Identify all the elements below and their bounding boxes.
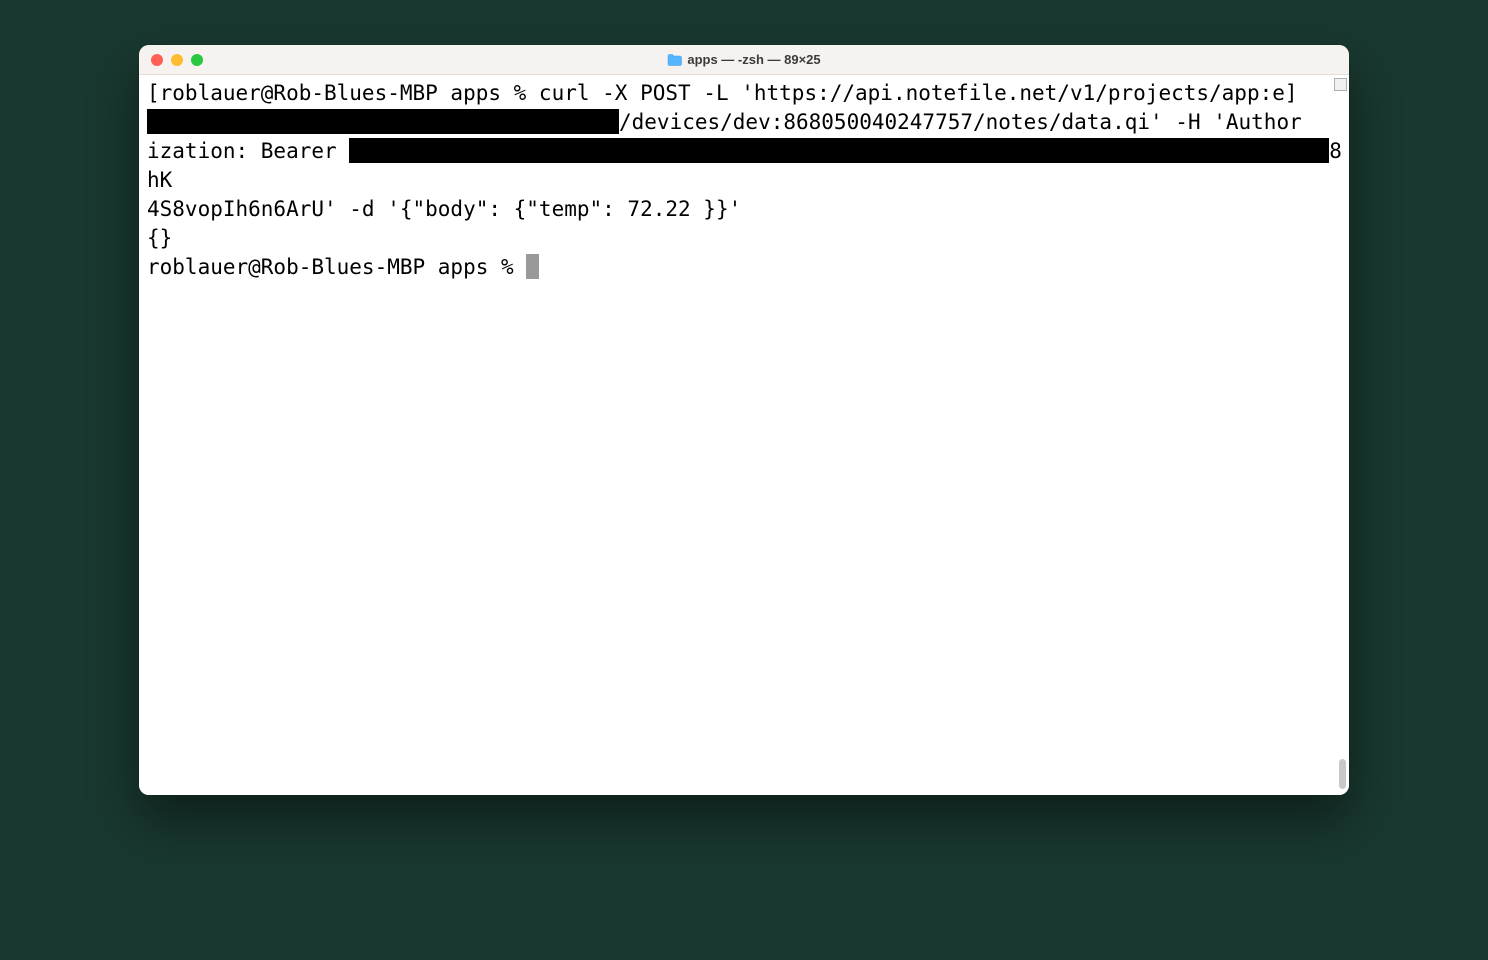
folder-icon xyxy=(667,54,682,66)
titlebar[interactable]: apps — -zsh — 89×25 xyxy=(139,45,1349,75)
terminal-content[interactable]: [roblauer@Rob-Blues-MBP apps % curl -X P… xyxy=(147,79,1343,282)
redacted-project-id xyxy=(147,109,619,134)
minimize-button[interactable] xyxy=(171,54,183,66)
maximize-button[interactable] xyxy=(191,54,203,66)
terminal-window: apps — -zsh — 89×25 [roblauer@Rob-Blues-… xyxy=(139,45,1349,795)
terminal-cursor xyxy=(526,254,539,279)
window-title: apps — -zsh — 89×25 xyxy=(139,52,1349,67)
scrollbar[interactable] xyxy=(1333,75,1349,795)
terminal-body[interactable]: [roblauer@Rob-Blues-MBP apps % curl -X P… xyxy=(139,75,1349,795)
close-button[interactable] xyxy=(151,54,163,66)
window-title-text: apps — -zsh — 89×25 xyxy=(687,52,820,67)
terminal-text: [roblauer@Rob-Blues-MBP apps % curl -X P… xyxy=(147,81,1298,105)
terminal-text: 4S8vopIh6n6ArU' -d '{"body": {"temp": 72… xyxy=(147,197,741,221)
redacted-bearer-token xyxy=(349,138,1329,163)
terminal-output: {} xyxy=(147,226,172,250)
window-controls xyxy=(151,54,203,66)
terminal-text: ization: Bearer xyxy=(147,139,349,163)
terminal-text: /devices/dev:868050040247757/notes/data.… xyxy=(619,110,1302,134)
terminal-prompt: roblauer@Rob-Blues-MBP apps % xyxy=(147,255,526,279)
scrollbar-thumb[interactable] xyxy=(1339,759,1346,789)
scroll-indicator-icon xyxy=(1334,78,1347,91)
